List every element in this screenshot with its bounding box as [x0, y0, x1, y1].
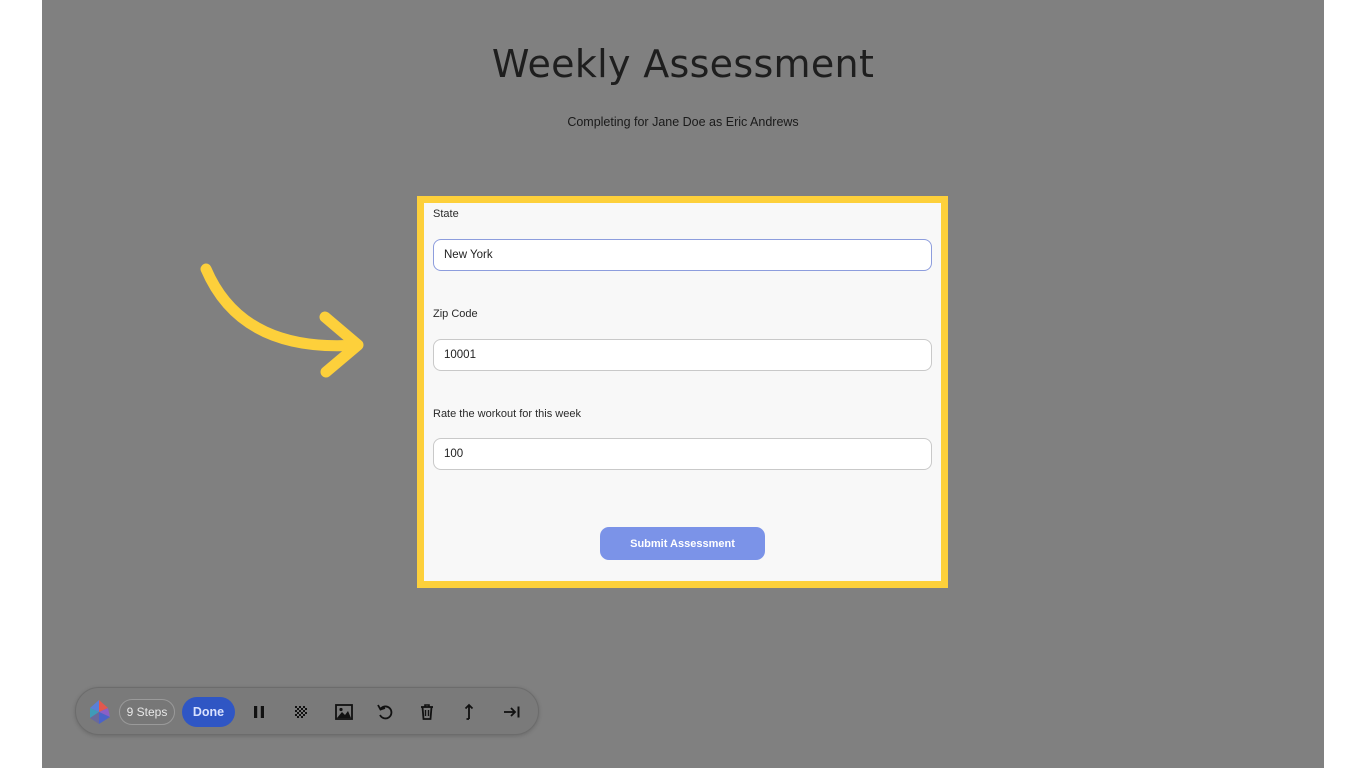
undo-icon[interactable] [374, 701, 396, 723]
skip-to-end-icon[interactable] [501, 701, 523, 723]
zip-code-label: Zip Code [433, 308, 478, 320]
blur-icon[interactable] [290, 701, 312, 723]
steps-count-badge: 9 Steps [119, 699, 175, 725]
page-title: Weekly Assessment [491, 42, 875, 86]
pointer-arrow-icon [200, 263, 364, 378]
state-input[interactable] [433, 239, 932, 271]
image-icon[interactable] [333, 701, 355, 723]
workout-rating-label: Rate the workout for this week [433, 408, 581, 420]
zip-code-input[interactable] [433, 339, 932, 371]
state-label: State [433, 208, 459, 220]
done-button[interactable]: Done [182, 697, 235, 727]
workout-rating-input[interactable] [433, 438, 932, 470]
dimmed-page: Weekly Assessment Completing for Jane Do… [42, 0, 1324, 768]
page-subtitle: Completing for Jane Doe as Eric Andrews [567, 115, 799, 129]
recorder-toolbar: 9 Steps Done [75, 687, 539, 735]
app-logo-icon [90, 700, 110, 724]
export-icon[interactable] [458, 701, 480, 723]
trash-icon[interactable] [416, 701, 438, 723]
submit-assessment-button[interactable]: Submit Assessment [600, 527, 765, 560]
highlighted-form: State Zip Code Rate the workout for this… [417, 196, 948, 588]
pause-icon[interactable] [248, 701, 270, 723]
